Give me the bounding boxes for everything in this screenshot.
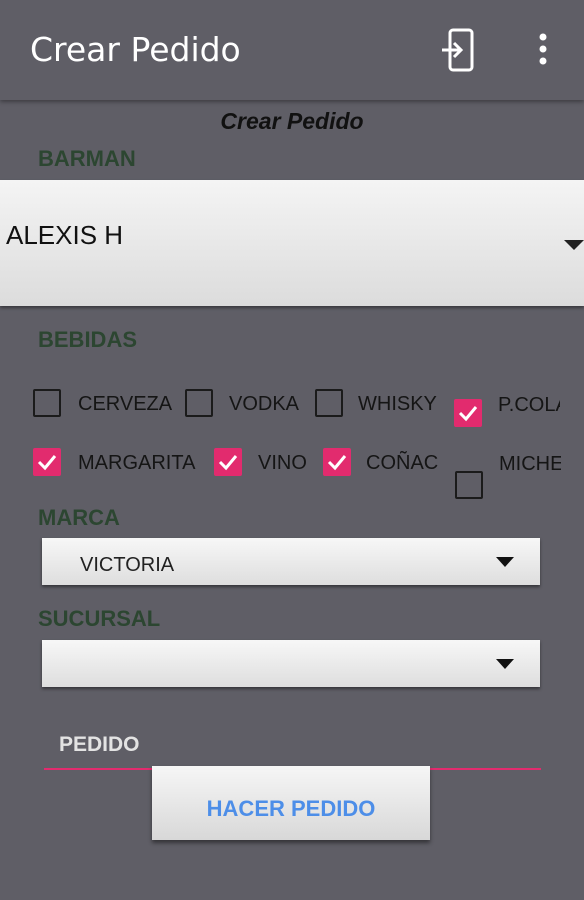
- more-vert-icon[interactable]: [530, 30, 556, 70]
- app-bar: Crear Pedido: [0, 0, 584, 100]
- checkbox-conac[interactable]: [323, 448, 351, 476]
- check-icon: [327, 455, 347, 471]
- barman-spinner[interactable]: ALEXIS H: [0, 180, 584, 306]
- bebidas-label: BEBIDAS: [38, 327, 138, 352]
- form-heading: Crear Pedido: [220, 108, 364, 134]
- sucursal-spinner[interactable]: [42, 640, 540, 687]
- checkbox-label-whisky: WHISKY: [358, 393, 437, 415]
- login-icon[interactable]: [440, 28, 476, 72]
- barman-selected-value: ALEXIS H: [6, 220, 124, 250]
- checkbox-label-cerveza: CERVEZA: [78, 393, 173, 415]
- sucursal-label: SUCURSAL: [38, 606, 161, 631]
- checkbox-margarita[interactable]: [33, 448, 61, 476]
- barman-label: BARMAN: [38, 146, 136, 171]
- hacer-pedido-button[interactable]: HACER PEDIDO: [152, 766, 430, 840]
- checkbox-vodka[interactable]: [185, 389, 213, 417]
- checkbox-label-pcolada: P.COLADA: [498, 394, 560, 416]
- check-icon: [458, 406, 478, 422]
- checkbox-label-vino: VINO: [258, 452, 307, 474]
- dropdown-arrow-icon: [564, 240, 584, 250]
- pedido-input[interactable]: [44, 724, 558, 766]
- checkbox-pcolada[interactable]: [454, 399, 482, 427]
- pedido-field: [44, 724, 558, 770]
- checkbox-label-michelada: MICHELADA: [499, 453, 561, 475]
- marca-selected-value: VICTORIA: [80, 554, 175, 576]
- check-icon: [218, 455, 238, 471]
- checkbox-label-margarita: MARGARITA: [78, 452, 196, 474]
- dropdown-arrow-icon: [496, 557, 514, 567]
- checkbox-label-conac: COÑAC: [366, 452, 439, 474]
- marca-spinner[interactable]: VICTORIA: [42, 538, 540, 585]
- checkbox-whisky[interactable]: [315, 389, 343, 417]
- app-title: Crear Pedido: [30, 30, 241, 69]
- checkbox-cerveza[interactable]: [33, 389, 61, 417]
- marca-label: MARCA: [38, 505, 120, 530]
- checkbox-michelada[interactable]: [455, 471, 483, 499]
- hacer-pedido-label: HACER PEDIDO: [206, 796, 376, 821]
- checkbox-vino[interactable]: [214, 448, 242, 476]
- checkbox-label-vodka: VODKA: [229, 393, 300, 415]
- dropdown-arrow-icon: [496, 659, 514, 669]
- check-icon: [37, 455, 57, 471]
